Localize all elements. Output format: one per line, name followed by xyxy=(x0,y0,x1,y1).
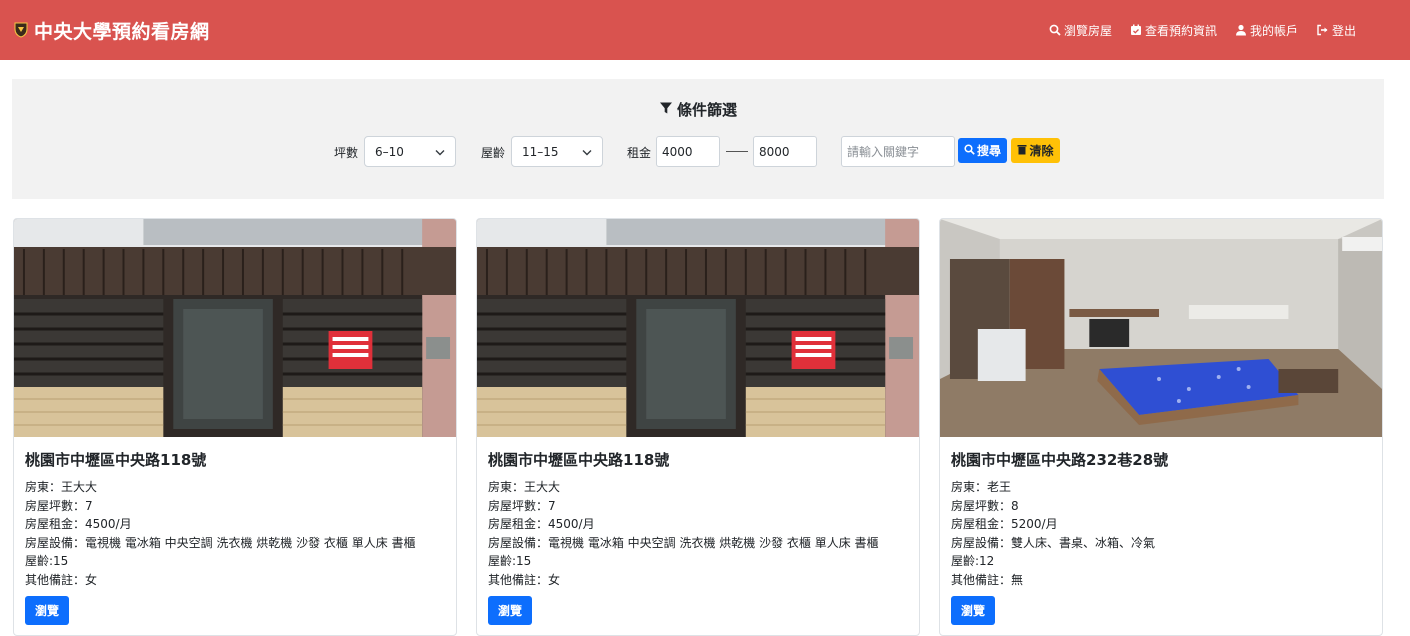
nav-reservations-link[interactable]: 查看預約資訊 xyxy=(1130,22,1217,39)
range-dash xyxy=(726,151,748,152)
browse-button[interactable]: 瀏覽 xyxy=(25,596,69,625)
nav-account-link[interactable]: 我的帳戶 xyxy=(1235,22,1298,39)
listing-age: 屋齡:12 xyxy=(951,554,995,568)
listing-address: 桃園市中壢區中央路232巷28號 xyxy=(951,451,1169,469)
rent-min-input[interactable]: 4000 xyxy=(656,136,720,167)
listing-landlord: 房東：老王 xyxy=(951,480,1012,494)
chevron-down-icon xyxy=(435,145,445,159)
listing-landlord: 房東：王大大 xyxy=(25,480,98,494)
top-navbar: 中央大學預約看房網 瀏覽房屋 查看預約資訊 我的帳戶 登出 xyxy=(0,0,1410,60)
search-icon xyxy=(1049,24,1061,36)
listing-age: 屋齡:15 xyxy=(25,554,69,568)
nav-browse-label: 瀏覽房屋 xyxy=(1063,23,1112,38)
age-select-value: 11–15 xyxy=(522,144,559,159)
age-label: 屋齡 xyxy=(481,146,506,160)
listing-card: 桃園市中壢區中央路118號 房東：王大大 房屋坪數：7 房屋租金：4500/月 … xyxy=(476,218,920,636)
search-button[interactable]: 搜尋 xyxy=(958,138,1007,163)
nav-browse-link[interactable]: 瀏覽房屋 xyxy=(1049,22,1112,39)
keyword-input[interactable]: 請輸入關鍵字 xyxy=(841,136,955,167)
listing-address: 桃園市中壢區中央路118號 xyxy=(25,451,207,469)
brand[interactable]: 中央大學預約看房網 xyxy=(14,17,210,44)
brand-title: 中央大學預約看房網 xyxy=(34,20,210,43)
listing-amenities: 房屋設備：雙人床、書桌、冰箱、冷氣 xyxy=(951,535,1156,550)
listing-address: 桃園市中壢區中央路118號 xyxy=(488,451,670,469)
filter-title-label: 條件篩選 xyxy=(676,101,737,119)
university-logo-icon xyxy=(14,22,28,38)
listing-card: 桃園市中壢區中央路118號 房東：王大大 房屋坪數：7 房屋租金：4500/月 … xyxy=(13,218,457,636)
user-icon xyxy=(1235,24,1247,36)
trash-icon xyxy=(1017,144,1027,158)
browse-button[interactable]: 瀏覽 xyxy=(488,596,532,625)
area-select-value: 6–10 xyxy=(375,144,404,159)
listing-landlord: 房東：王大大 xyxy=(488,480,561,494)
listing-amenities: 房屋設備：電視機 電冰箱 中央空調 洗衣機 烘乾機 沙發 衣櫃 單人床 書櫃 xyxy=(488,535,879,550)
age-select[interactable]: 11–15 xyxy=(511,136,603,167)
calendar-check-icon xyxy=(1130,24,1142,36)
clear-button-label: 清除 xyxy=(1029,144,1054,158)
chevron-down-icon xyxy=(582,145,592,159)
filter-icon xyxy=(659,101,673,119)
house-photo xyxy=(14,219,456,437)
listing-amenities: 房屋設備：電視機 電冰箱 中央空調 洗衣機 烘乾機 沙發 衣櫃 單人床 書櫃 xyxy=(25,535,416,550)
listing-area: 房屋坪數：7 xyxy=(488,498,556,513)
clear-button[interactable]: 清除 xyxy=(1011,138,1060,163)
filter-row: 坪數 6–10 屋齡 11–15 租金 4000 8000 請輸入關鍵字 搜尋 xyxy=(12,136,1384,167)
listing-rent: 房屋租金：4500/月 xyxy=(488,517,595,531)
logout-icon xyxy=(1316,24,1329,36)
nav-account-label: 我的帳戶 xyxy=(1249,23,1298,38)
house-photo xyxy=(477,219,919,437)
listing-age: 屋齡:15 xyxy=(488,554,532,568)
nav-logout-link[interactable]: 登出 xyxy=(1316,22,1356,39)
rent-label: 租金 xyxy=(627,146,652,160)
listing-rent: 房屋租金：5200/月 xyxy=(951,517,1058,531)
listing-area: 房屋坪數：8 xyxy=(951,498,1019,513)
listing-rent: 房屋租金：4500/月 xyxy=(25,517,132,531)
listing-notes: 其他備註：無 xyxy=(951,572,1024,587)
search-button-label: 搜尋 xyxy=(976,144,1001,158)
area-label: 坪數 xyxy=(334,146,359,160)
nav-reservations-label: 查看預約資訊 xyxy=(1144,23,1217,38)
listing-area: 房屋坪數：7 xyxy=(25,498,93,513)
rent-max-input[interactable]: 8000 xyxy=(753,136,817,167)
filter-panel: 條件篩選 坪數 6–10 屋齡 11–15 租金 4000 8000 請輸入關鍵… xyxy=(12,79,1384,199)
room-photo xyxy=(940,219,1382,437)
search-icon xyxy=(964,143,975,158)
nav-links: 瀏覽房屋 查看預約資訊 我的帳戶 登出 xyxy=(1049,22,1356,39)
listing-notes: 其他備註：女 xyxy=(488,572,561,587)
area-select[interactable]: 6–10 xyxy=(364,136,456,167)
filter-title: 條件篩選 xyxy=(12,99,1384,120)
listing-card: 桃園市中壢區中央路232巷28號 房東：老王 房屋坪數：8 房屋租金：5200/… xyxy=(939,218,1383,636)
listing-notes: 其他備註：女 xyxy=(25,572,98,587)
browse-button[interactable]: 瀏覽 xyxy=(951,596,995,625)
nav-logout-label: 登出 xyxy=(1331,23,1356,38)
